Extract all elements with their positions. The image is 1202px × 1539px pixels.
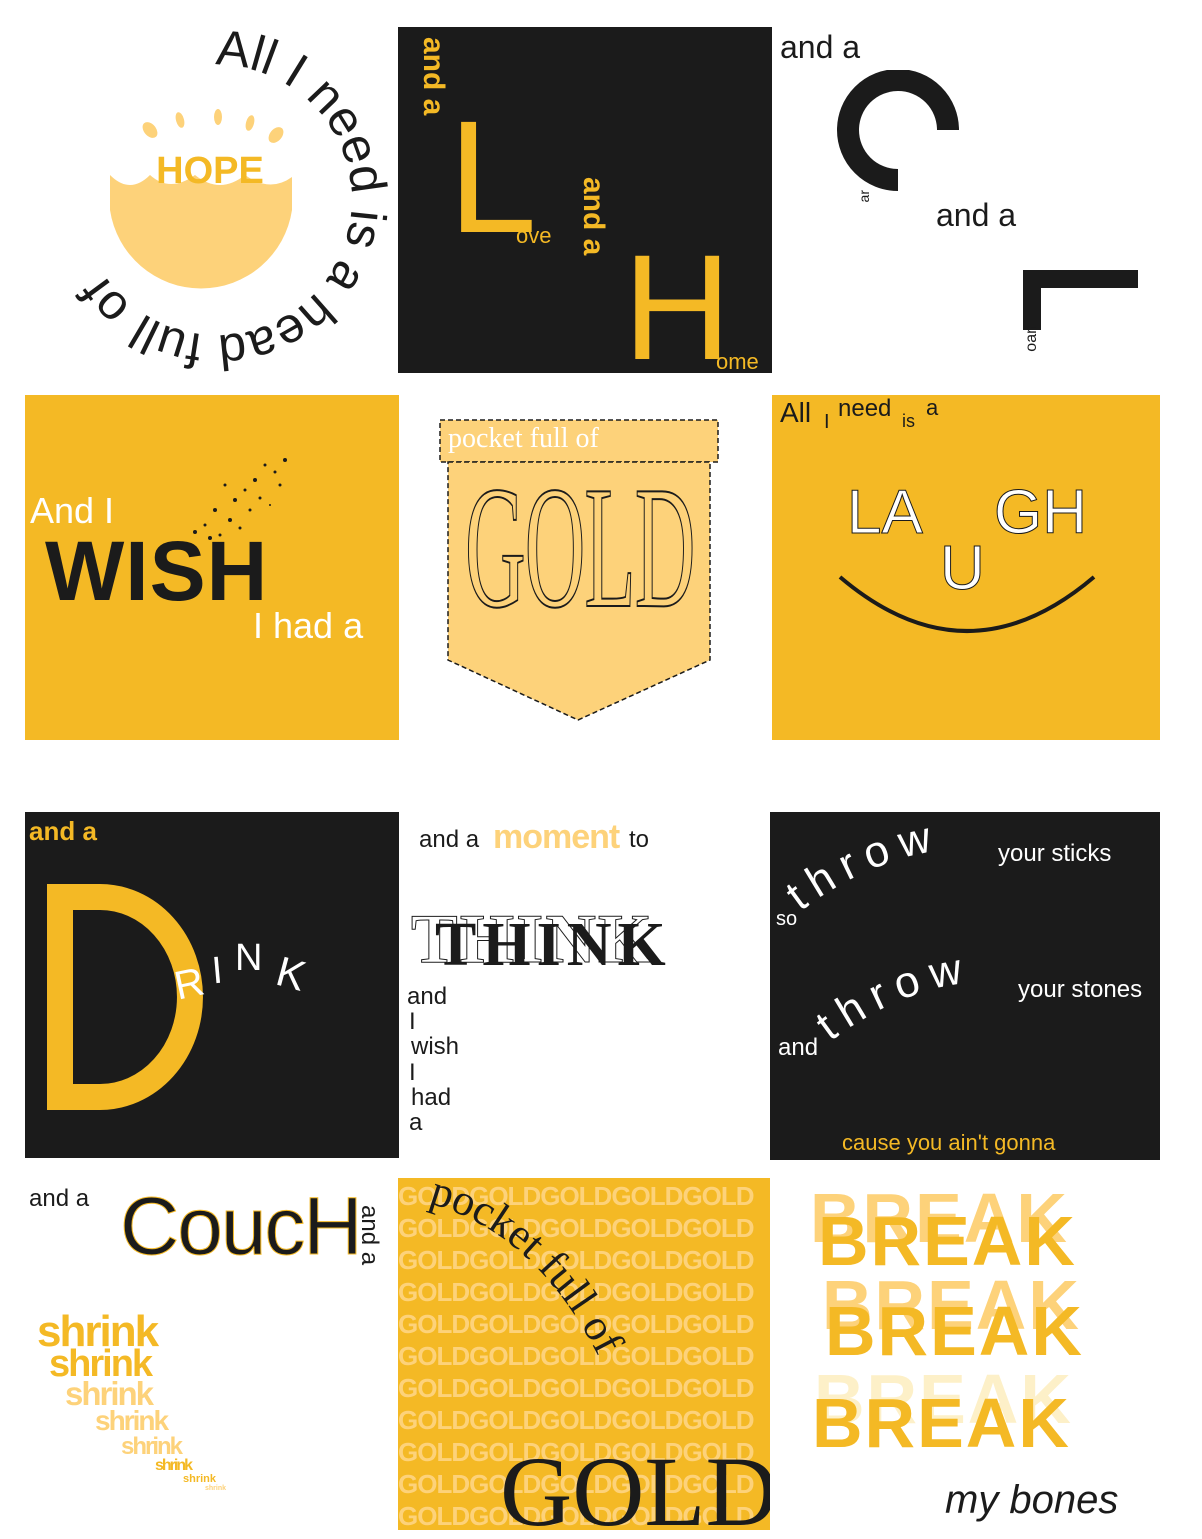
and-i-wish-stack: and I wish I had a xyxy=(407,984,459,1135)
hope-word: HOPE xyxy=(156,150,264,192)
moment-word: moment xyxy=(493,818,620,856)
i-had-a-text: I had a xyxy=(253,605,364,646)
tile-drink: and a R I N K xyxy=(25,812,399,1158)
ove-text: ove xyxy=(516,223,552,248)
shrink-8: shrink xyxy=(205,1485,227,1492)
tile-laugh: All I need is a LA U GH xyxy=(772,395,1160,740)
tile-hope: HOPE All I need is a head full of xyxy=(30,25,390,375)
all-word: All xyxy=(780,397,812,428)
stack-word: I xyxy=(409,1058,416,1086)
letter-I: I xyxy=(210,949,225,993)
ar-text: ar xyxy=(856,190,872,203)
a-word: a xyxy=(926,395,939,420)
need-word: need xyxy=(838,395,892,422)
la-text: LA xyxy=(847,478,924,548)
and-a-vertical-1: and a xyxy=(417,37,450,116)
and-a-vertical-2: and a xyxy=(577,177,610,256)
to-word: to xyxy=(629,826,650,853)
ome-text: ome xyxy=(716,349,759,373)
gold-word: GOLD xyxy=(465,449,696,645)
wish-word: WISH xyxy=(45,524,269,618)
stack-word: had xyxy=(411,1083,452,1111)
my-bones: my bones xyxy=(945,1478,1119,1522)
hope-rays xyxy=(142,109,284,143)
break-4: BREAK xyxy=(825,1292,1084,1370)
throw-arc-1: throw xyxy=(777,812,945,920)
and-a-2: and a xyxy=(936,197,1017,233)
throw-arc-2: throw xyxy=(807,943,975,1050)
big-letter-C xyxy=(837,70,959,191)
i-word: I xyxy=(824,411,830,433)
is-word: is xyxy=(902,411,915,431)
stack-word: a xyxy=(409,1108,423,1136)
and-a-1: and a xyxy=(780,29,861,65)
gold-big: GOLD xyxy=(500,1436,770,1530)
think-word: THINK xyxy=(435,911,672,979)
letter-N: N xyxy=(235,937,263,979)
your-stones: your stones xyxy=(1018,976,1143,1003)
oan-text: oan xyxy=(1023,325,1040,352)
shrink-7: shrink xyxy=(183,1473,217,1485)
stack-word: and xyxy=(407,983,448,1010)
tile-love-home: and a L ove and a H ome xyxy=(398,27,772,373)
your-sticks: your sticks xyxy=(998,840,1112,867)
tile-wish: And I WISH I had a xyxy=(25,395,399,740)
and-a-vertical: and a xyxy=(356,1205,383,1266)
and-a-text: and a xyxy=(29,816,97,846)
so-word: so xyxy=(776,908,798,930)
tile-gold-pattern: GOLDGOLDGOLDGOLDGOLD GOLDGOLDGOLDGOLDGOLD… xyxy=(398,1178,770,1530)
break-6: BREAK xyxy=(812,1384,1071,1462)
and-word: and xyxy=(778,1034,819,1061)
tile-break: BREAK BREAK BREAK BREAK BREAK BREAK my b… xyxy=(800,1178,1160,1530)
stack-word: I xyxy=(409,1008,416,1036)
tile-couch-shrink: and a CoucH and a shrink shrink shrink s… xyxy=(25,1175,395,1530)
smile-curve xyxy=(838,575,1096,633)
letter-K: K xyxy=(271,947,311,1000)
couch-word: CoucH xyxy=(120,1181,364,1273)
gh-text: GH xyxy=(994,478,1088,548)
tile-pocket-gold: pocket full of GOLD xyxy=(410,395,760,740)
and-a-text: and a xyxy=(29,1185,90,1212)
big-letter-L xyxy=(1023,270,1138,330)
pocket-arc-text: pocket full of xyxy=(425,1178,633,1362)
tile-throw: throw throw so your sticks and your ston… xyxy=(770,812,1160,1160)
cause-text: cause you ain't gonna xyxy=(842,1130,1056,1155)
hope-graphic: HOPE All I need is a head full of xyxy=(68,25,390,375)
hope-bowl xyxy=(110,175,292,289)
tile-car-loan: and a ar and a oan xyxy=(778,25,1168,375)
stack-word: wish xyxy=(411,1033,460,1061)
tile-think: and a moment to THINK THINK and I wish I… xyxy=(405,812,767,1158)
and-a-text: and a xyxy=(419,826,480,853)
